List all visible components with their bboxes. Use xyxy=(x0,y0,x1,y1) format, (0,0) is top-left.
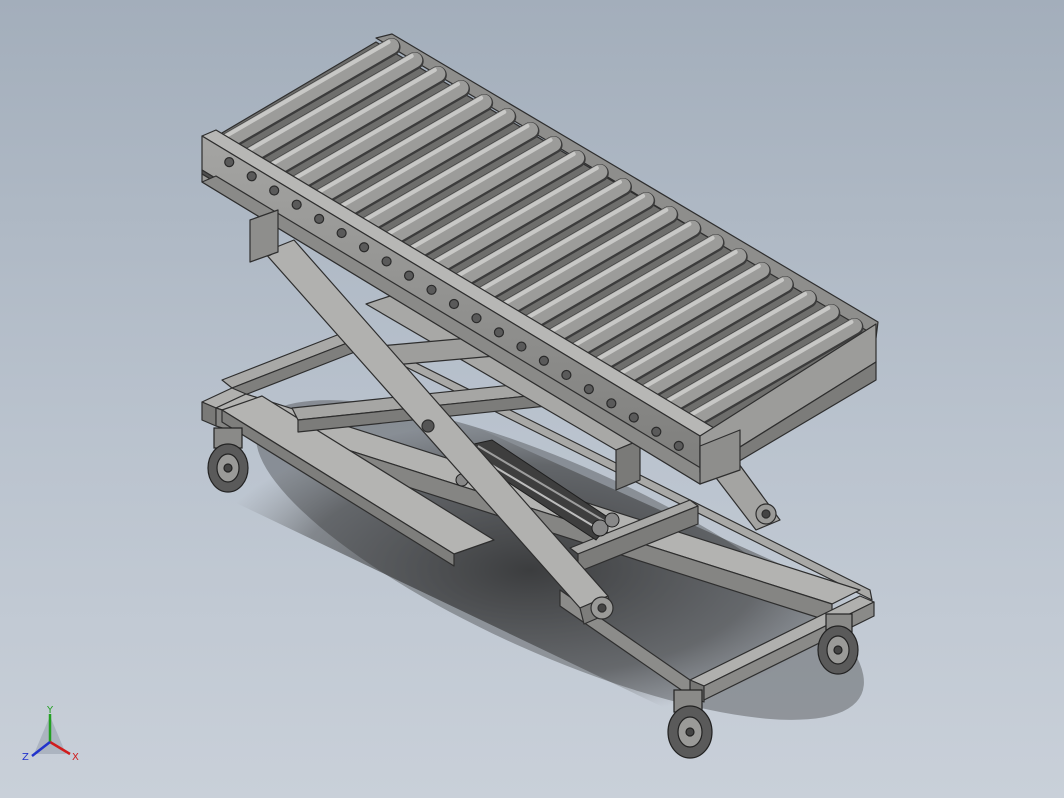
caster-front-left xyxy=(207,427,249,493)
triad-y-label: Y xyxy=(46,705,54,716)
bolt-hole xyxy=(583,384,594,395)
bolt-hole xyxy=(426,284,437,295)
bolt-hole xyxy=(471,313,482,324)
bolt-hole xyxy=(673,440,684,452)
bolt-hole xyxy=(291,199,302,210)
bolt-hole xyxy=(314,213,325,224)
bolt-hole xyxy=(403,270,415,281)
bolt-hole xyxy=(336,227,347,239)
orientation-triad: Y X Z xyxy=(22,705,79,763)
bolt-hole xyxy=(561,369,572,381)
bolt-hole xyxy=(606,398,617,409)
bolt-hole xyxy=(448,298,460,310)
bolt-hole xyxy=(381,256,392,267)
triad-z-label: Z xyxy=(22,752,29,763)
cad-viewport[interactable]: Y X Z xyxy=(0,0,1064,798)
bolt-hole xyxy=(358,242,370,253)
scissor-lift-conveyor-model[interactable] xyxy=(0,0,1064,798)
bolt-hole xyxy=(516,341,527,352)
bolt-hole xyxy=(628,412,639,423)
bolt-hole xyxy=(493,327,505,338)
triad-x-label: X xyxy=(72,752,79,763)
bolt-hole xyxy=(538,355,550,366)
bolt-hole xyxy=(246,171,257,182)
bolt-hole xyxy=(224,156,235,168)
bolt-hole xyxy=(651,426,662,437)
bolt-hole xyxy=(269,185,280,196)
